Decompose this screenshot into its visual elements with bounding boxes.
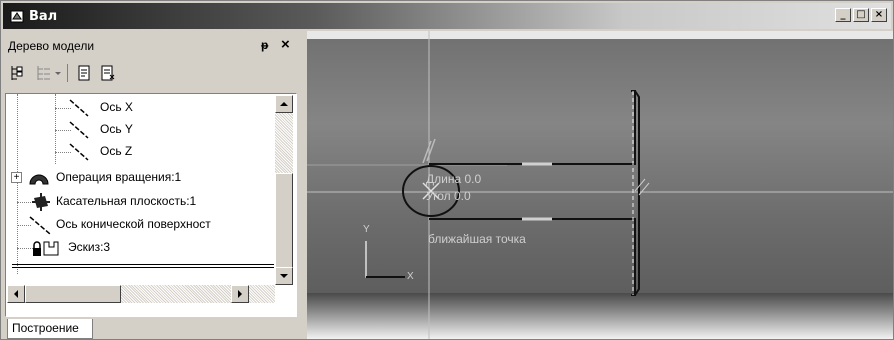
angle-readout: Угол 0.0 — [426, 189, 471, 203]
panel-toolbar — [5, 61, 301, 85]
plane-icon — [32, 193, 50, 211]
scroll-up-button[interactable] — [275, 95, 293, 113]
document-icon[interactable] — [75, 64, 93, 82]
dropdown-arrow-icon[interactable] — [53, 64, 63, 82]
tree-item-label: Касательная плоскость:1 — [56, 194, 197, 208]
arrow-down-icon — [280, 274, 288, 278]
tree-item-label: Ось конической поверхност — [56, 217, 211, 231]
properties-icon[interactable] — [99, 64, 117, 82]
tree-guide — [17, 248, 33, 249]
sketch-icon — [43, 241, 59, 256]
tree-guide — [17, 202, 31, 203]
scroll-left-button[interactable] — [7, 285, 25, 303]
model-viewport[interactable]: Длина 0.0 Угол 0.0 ближайшая точка Y X — [307, 31, 893, 339]
maximize-button[interactable]: □ — [853, 8, 869, 22]
pin-icon[interactable]: ᵽ — [261, 38, 268, 52]
arrow-right-icon — [238, 290, 242, 298]
tree-item-sketch[interactable]: Эскиз:3 — [6, 238, 274, 258]
tree-item-label: Операция вращения:1 — [56, 170, 182, 184]
tree-item-tangent-plane[interactable]: Касательная плоскость:1 — [6, 192, 274, 212]
model-tree-panel: Дерево модели ᵽ × Ось X Ось Y Ось Z + Оп… — [3, 31, 305, 339]
revolve-icon — [29, 174, 49, 185]
panel-header: Дерево модели ᵽ × — [5, 36, 301, 55]
axis-triad-icon — [365, 241, 387, 278]
tree-item-revolve[interactable]: + Операция вращения:1 — [6, 168, 274, 188]
length-readout: Длина 0.0 — [426, 172, 482, 186]
tree-item-axis-z[interactable]: Ось Z — [6, 142, 274, 162]
tree-item-label: Ось Z — [100, 144, 133, 158]
panel-close-button[interactable]: × — [281, 36, 290, 53]
arrow-up-icon — [280, 102, 288, 106]
title-bar[interactable]: Вал _ □ × — [3, 3, 891, 29]
tree-item-cone-axis[interactable]: Ось конической поверхност — [6, 215, 274, 235]
close-window-button[interactable]: × — [871, 8, 887, 22]
scroll-down-button[interactable] — [275, 267, 293, 285]
horizontal-scroll-thumb[interactable] — [25, 285, 121, 303]
arrow-left-icon — [14, 290, 18, 298]
tree-item-label: Ось X — [100, 100, 133, 114]
minimize-button[interactable]: _ — [835, 8, 851, 22]
model-tree: Ось X Ось Y Ось Z + Операция вращения:1 … — [5, 93, 297, 317]
viewport-graphics — [307, 31, 893, 339]
axis-icon — [29, 216, 51, 235]
snap-hint: ближайшая точка — [428, 232, 526, 246]
axis-icon — [69, 121, 89, 139]
tree-item-axis-y[interactable]: Ось Y — [6, 120, 274, 140]
scroll-right-button[interactable] — [231, 285, 249, 303]
horizontal-scrollbar[interactable] — [7, 285, 275, 303]
axis-icon — [69, 143, 89, 161]
document-model-icon — [10, 10, 24, 23]
tab-construction[interactable]: Построение — [7, 319, 93, 339]
window-title: Вал — [29, 9, 58, 24]
end-ticks — [634, 178, 650, 196]
expand-toggle[interactable]: + — [11, 172, 22, 183]
axis-y-label: Y — [363, 224, 370, 235]
tree-end-marker — [12, 264, 274, 268]
axis-x-label: X — [407, 271, 414, 282]
app-window: Вал _ □ × Дерево модели ᵽ × Ось X Ось Y … — [0, 0, 894, 340]
tree-item-label: Эскиз:3 — [68, 240, 111, 254]
vertical-scrollbar[interactable] — [275, 95, 293, 285]
panel-title: Дерево модели — [8, 39, 95, 53]
axis-icon — [69, 99, 89, 117]
vertical-scroll-thumb[interactable] — [275, 173, 293, 269]
toolbar-separator — [67, 64, 68, 82]
tree-item-axis-x[interactable]: Ось X — [6, 98, 274, 118]
tree-view-icon[interactable] — [9, 64, 27, 82]
tree-options-icon[interactable] — [35, 64, 53, 82]
lock-icon — [33, 241, 41, 256]
tab-label: Построение — [12, 321, 79, 335]
tree-item-label: Ось Y — [100, 122, 133, 136]
